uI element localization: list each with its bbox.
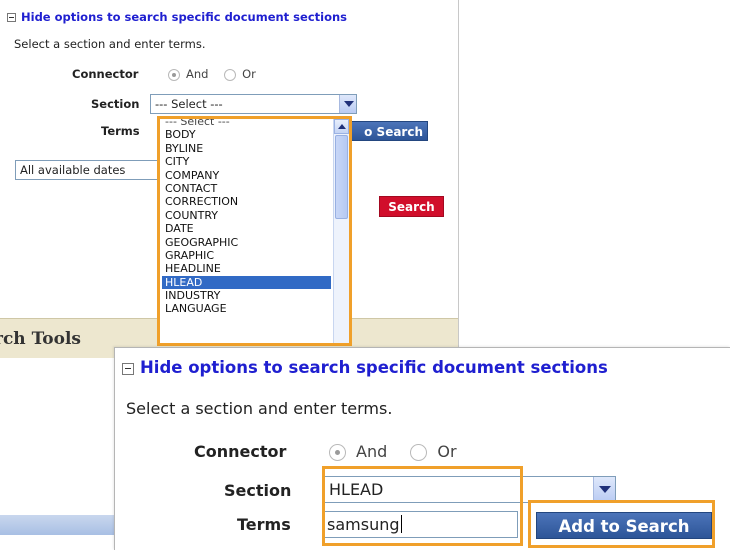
search-tools-title: rch Tools <box>0 329 81 349</box>
section-label: Section <box>224 481 292 500</box>
hide-options-toggle[interactable]: Hide options to search specific document… <box>7 10 347 24</box>
options-header-text[interactable]: Hide options to search specific document… <box>140 358 608 377</box>
radio-or-label: Or <box>437 442 457 461</box>
radio-or[interactable] <box>410 444 428 461</box>
dropdown-option[interactable]: GRAPHIC <box>162 249 331 262</box>
connector-label: Connector <box>194 442 287 461</box>
radio-and-label: And <box>356 442 388 461</box>
dropdown-option[interactable]: HEADLINE <box>162 262 331 275</box>
connector-radio-group: And Or <box>168 67 268 81</box>
dropdown-option[interactable]: CITY <box>162 155 331 168</box>
section-select[interactable]: --- Select --- <box>150 94 357 114</box>
collapse-icon[interactable] <box>122 362 134 375</box>
dropdown-option[interactable]: INDUSTRY <box>162 289 331 302</box>
hide-options-toggle-zoomed[interactable]: Hide options to search specific document… <box>122 358 608 377</box>
dropdown-option[interactable]: COUNTRY <box>162 209 331 222</box>
dropdown-option[interactable]: GEOGRAPHIC <box>162 236 331 249</box>
terms-label: Terms <box>237 515 291 534</box>
dropdown-arrow-icon[interactable] <box>593 477 615 502</box>
connector-and-option[interactable]: And <box>168 67 208 81</box>
bottom-tab-strip <box>0 515 130 535</box>
dropdown-options: --- Select --- BODY BYLINE CITY COMPANY … <box>162 119 331 316</box>
connector-or-option[interactable]: Or <box>224 67 256 81</box>
date-range-select[interactable]: All available dates <box>15 160 160 180</box>
section-select-value: HLEAD <box>329 480 384 499</box>
radio-or[interactable] <box>224 68 237 81</box>
connector-label: Connector <box>72 67 139 81</box>
terms-input-value: samsung <box>327 515 400 534</box>
dropdown-option[interactable]: CONTACT <box>162 182 331 195</box>
dropdown-option[interactable]: DATE <box>162 222 331 235</box>
dropdown-option[interactable]: BYLINE <box>162 142 331 155</box>
instructions-text: Select a section and enter terms. <box>14 37 206 51</box>
connector-and-option[interactable]: And <box>329 442 387 461</box>
dropdown-option-selected[interactable]: HLEAD <box>162 275 331 290</box>
dropdown-option[interactable]: COMPANY <box>162 169 331 182</box>
collapse-icon[interactable] <box>7 13 16 22</box>
radio-and-label: And <box>186 67 209 81</box>
connector-or-option[interactable]: Or <box>410 442 457 461</box>
scrollbar-thumb[interactable] <box>335 135 348 219</box>
search-button[interactable]: Search <box>379 196 444 217</box>
scroll-up-icon[interactable] <box>334 119 349 134</box>
dropdown-scrollbar[interactable] <box>333 119 349 343</box>
options-header-text[interactable]: Hide options to search specific document… <box>21 10 347 24</box>
section-select[interactable]: HLEAD <box>322 476 616 503</box>
radio-and[interactable] <box>329 444 346 461</box>
add-to-search-button[interactable]: Add to Search <box>536 512 712 539</box>
dropdown-option[interactable]: LANGUAGE <box>162 302 331 315</box>
instructions-text: Select a section and enter terms. <box>126 399 393 418</box>
radio-and[interactable] <box>168 68 180 81</box>
terms-label: Terms <box>101 124 140 138</box>
dropdown-option[interactable]: --- Select --- <box>162 119 331 128</box>
section-label: Section <box>91 97 140 111</box>
connector-radio-group: And Or <box>329 442 475 461</box>
section-dropdown-list[interactable]: --- Select --- BODY BYLINE CITY COMPANY … <box>157 116 352 346</box>
dropdown-option[interactable]: BODY <box>162 128 331 141</box>
radio-or-label: Or <box>242 67 256 81</box>
dropdown-option[interactable]: CORRECTION <box>162 195 331 208</box>
text-cursor <box>400 515 402 533</box>
dropdown-arrow-icon[interactable] <box>339 95 356 113</box>
terms-input[interactable]: samsung <box>322 511 518 538</box>
section-select-value: --- Select --- <box>155 97 223 111</box>
add-to-search-button[interactable]: o Search <box>348 121 428 141</box>
zoomed-search-panel: Hide options to search specific document… <box>114 347 730 550</box>
